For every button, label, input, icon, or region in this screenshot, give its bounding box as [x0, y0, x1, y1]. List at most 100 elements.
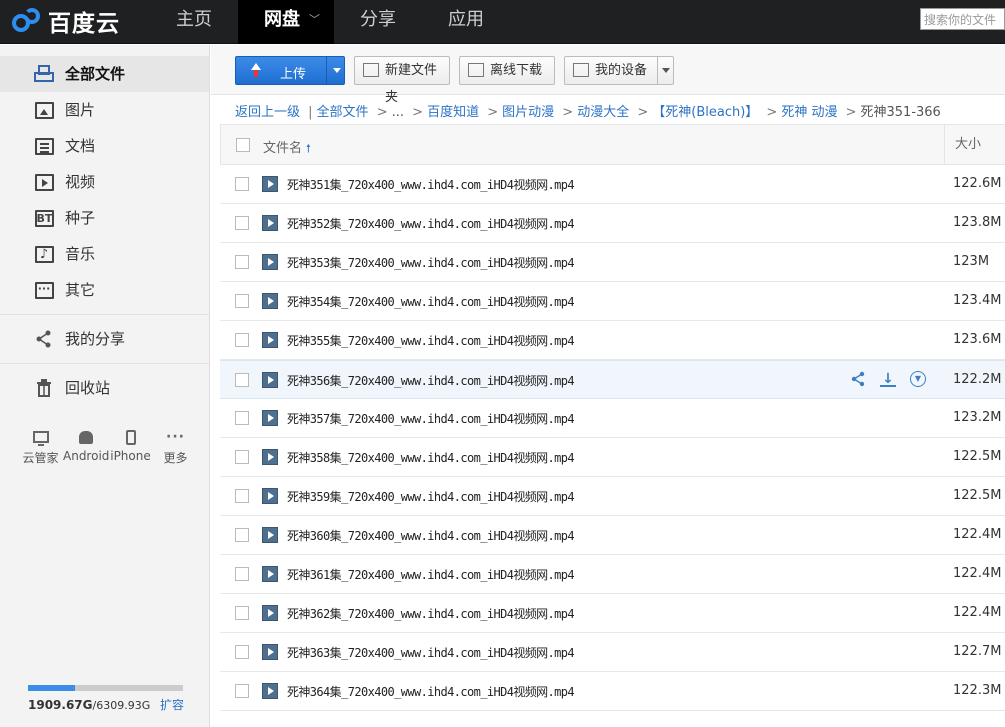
sidebar-item-documents[interactable]: 文档 [0, 128, 209, 164]
breadcrumb-item[interactable]: 百度知道 [427, 105, 479, 120]
row-checkbox[interactable] [235, 177, 249, 191]
upload-button[interactable]: 上传 [235, 56, 345, 85]
file-name[interactable]: 死神361集_720x400_www.ihd4.com_iHD4视频网.mp4 [287, 566, 575, 583]
row-checkbox[interactable] [235, 567, 249, 581]
video-file-icon [262, 488, 278, 504]
file-name[interactable]: 死神351集_720x400_www.ihd4.com_iHD4视频网.mp4 [287, 176, 575, 193]
file-name[interactable]: 死神354集_720x400_www.ihd4.com_iHD4视频网.mp4 [287, 293, 575, 310]
file-size: 123M [953, 254, 990, 269]
select-all-checkbox[interactable] [236, 138, 250, 152]
table-row[interactable]: 死神364集_720x400_www.ihd4.com_iHD4视频网.mp4 1… [220, 672, 1005, 711]
column-header-name[interactable]: 文件名 🠕 [263, 137, 311, 159]
video-file-icon [262, 293, 278, 309]
file-name[interactable]: 死神360集_720x400_www.ihd4.com_iHD4视频网.mp4 [287, 527, 575, 544]
breadcrumb-item[interactable]: 全部文件 [317, 105, 369, 120]
sidebar-item-my-share[interactable]: 我的分享 [0, 321, 209, 357]
baidu-cloud-logo[interactable]: 百度云 [10, 4, 120, 38]
new-folder-button[interactable]: 新建文件夹 [354, 56, 450, 105]
quota-progress-fill [28, 685, 75, 691]
column-header-size[interactable]: 大小 [944, 125, 1005, 165]
sidebar-item-other[interactable]: ··· 其它 [0, 272, 209, 308]
table-row[interactable]: 死神354集_720x400_www.ihd4.com_iHD4视频网.mp4 1… [220, 282, 1005, 321]
caret-down-icon[interactable] [333, 68, 341, 73]
music-icon: ♪ [34, 245, 54, 263]
table-row[interactable]: 死神357集_720x400_www.ihd4.com_iHD4视频网.mp4 1… [220, 399, 1005, 438]
file-name[interactable]: 死神363集_720x400_www.ihd4.com_iHD4视频网.mp4 [287, 644, 575, 661]
file-name[interactable]: 死神355集_720x400_www.ihd4.com_iHD4视频网.mp4 [287, 332, 575, 349]
row-checkbox[interactable] [235, 216, 249, 230]
column-name-label: 文件名 [263, 141, 303, 156]
file-name[interactable]: 死神364集_720x400_www.ihd4.com_iHD4视频网.mp4 [287, 683, 575, 700]
sidebar-item-pictures[interactable]: 图片 [0, 92, 209, 128]
table-row[interactable]: 死神358集_720x400_www.ihd4.com_iHD4视频网.mp4 1… [220, 438, 1005, 477]
iphone-icon [125, 429, 136, 445]
more-options-icon[interactable]: ▼ [910, 371, 926, 387]
file-name[interactable]: 死神358集_720x400_www.ihd4.com_iHD4视频网.mp4 [287, 449, 575, 466]
sidebar-item-recycle-bin[interactable]: 回收站 [0, 370, 209, 406]
nav-share[interactable]: 分享 [334, 0, 422, 44]
row-checkbox[interactable] [235, 489, 249, 503]
table-row[interactable]: 死神352集_720x400_www.ihd4.com_iHD4视频网.mp4 1… [220, 204, 1005, 243]
expand-storage-link[interactable]: 扩容 [160, 696, 184, 713]
row-checkbox[interactable] [235, 294, 249, 308]
row-checkbox[interactable] [235, 373, 249, 387]
row-checkbox[interactable] [235, 684, 249, 698]
nav-netdisk-label: 网盘 [264, 9, 300, 30]
search-input[interactable]: 搜索你的文件 [920, 8, 1005, 30]
device-cloud-manager[interactable]: 云管家 [18, 425, 63, 466]
table-row[interactable]: 死神359集_720x400_www.ihd4.com_iHD4视频网.mp4 1… [220, 477, 1005, 516]
file-name[interactable]: 死神359集_720x400_www.ihd4.com_iHD4视频网.mp4 [287, 488, 575, 505]
device-label: 更多 [163, 451, 188, 465]
breadcrumb-back[interactable]: 返回上一级 [235, 105, 300, 120]
file-size: 122.4M [953, 566, 1002, 581]
table-row[interactable]: 死神356集_720x400_www.ihd4.com_iHD4视频网.mp4 ↓… [220, 360, 1005, 399]
file-size: 122.5M [953, 449, 1002, 464]
nav-home[interactable]: 主页 [150, 0, 238, 44]
breadcrumb-divider: | [308, 105, 313, 120]
file-name[interactable]: 死神362集_720x400_www.ihd4.com_iHD4视频网.mp4 [287, 605, 575, 622]
table-row[interactable]: 死神355集_720x400_www.ihd4.com_iHD4视频网.mp4 1… [220, 321, 1005, 360]
table-row[interactable]: 死神363集_720x400_www.ihd4.com_iHD4视频网.mp4 1… [220, 633, 1005, 672]
file-name[interactable]: 死神356集_720x400_www.ihd4.com_iHD4视频网.mp4 [287, 372, 575, 389]
sidebar-item-torrents[interactable]: BT 种子 [0, 200, 209, 236]
file-size: 122.4M [953, 527, 1002, 542]
file-name[interactable]: 死神357集_720x400_www.ihd4.com_iHD4视频网.mp4 [287, 410, 575, 427]
breadcrumb-item[interactable]: ... [392, 105, 404, 120]
row-checkbox[interactable] [235, 528, 249, 542]
table-row[interactable]: 死神353集_720x400_www.ihd4.com_iHD4视频网.mp4 1… [220, 243, 1005, 282]
breadcrumb-item[interactable]: 图片动漫 [502, 105, 554, 120]
table-row[interactable]: 死神360集_720x400_www.ihd4.com_iHD4视频网.mp4 1… [220, 516, 1005, 555]
file-size: 122.5M [953, 488, 1002, 503]
file-name[interactable]: 死神352集_720x400_www.ihd4.com_iHD4视频网.mp4 [287, 215, 575, 232]
row-checkbox[interactable] [235, 606, 249, 620]
device-iphone[interactable]: iPhone [108, 425, 153, 466]
sidebar-item-videos[interactable]: 视频 [0, 164, 209, 200]
row-checkbox[interactable] [235, 255, 249, 269]
breadcrumb-item[interactable]: 动漫大全 [577, 105, 629, 120]
row-checkbox[interactable] [235, 411, 249, 425]
table-row[interactable]: 死神361集_720x400_www.ihd4.com_iHD4视频网.mp4 1… [220, 555, 1005, 594]
list-header: 文件名 🠕 大小 [220, 124, 1005, 165]
caret-down-icon[interactable] [657, 57, 673, 84]
row-checkbox[interactable] [235, 450, 249, 464]
breadcrumb-item[interactable]: 【死神(Bleach)】 [652, 105, 758, 120]
row-checkbox[interactable] [235, 645, 249, 659]
nav-apps[interactable]: 应用 [422, 0, 510, 44]
sidebar-item-all-files[interactable]: 全部文件 [0, 56, 209, 92]
sidebar-item-label: 我的分享 [65, 330, 126, 348]
breadcrumb-item[interactable]: 死神 动漫 [781, 105, 837, 120]
sidebar-item-music[interactable]: ♪ 音乐 [0, 236, 209, 272]
download-icon[interactable]: ↓ [880, 371, 896, 387]
my-devices-button[interactable]: 我的设备 [564, 56, 674, 85]
device-android[interactable]: Android [63, 425, 109, 466]
table-row[interactable]: 死神362集_720x400_www.ihd4.com_iHD4视频网.mp4 1… [220, 594, 1005, 633]
device-more[interactable]: ··· 更多 [153, 425, 198, 466]
row-checkbox[interactable] [235, 333, 249, 347]
ellipsis-icon: ··· [166, 429, 185, 445]
share-icon[interactable] [850, 371, 866, 387]
file-rows: 死神351集_720x400_www.ihd4.com_iHD4视频网.mp4 1… [220, 165, 1005, 711]
nav-netdisk[interactable]: 网盘 ﹀ [238, 0, 334, 44]
table-row[interactable]: 死神351集_720x400_www.ihd4.com_iHD4视频网.mp4 1… [220, 165, 1005, 204]
offline-download-button[interactable]: 离线下载 [459, 56, 555, 85]
file-name[interactable]: 死神353集_720x400_www.ihd4.com_iHD4视频网.mp4 [287, 254, 575, 271]
